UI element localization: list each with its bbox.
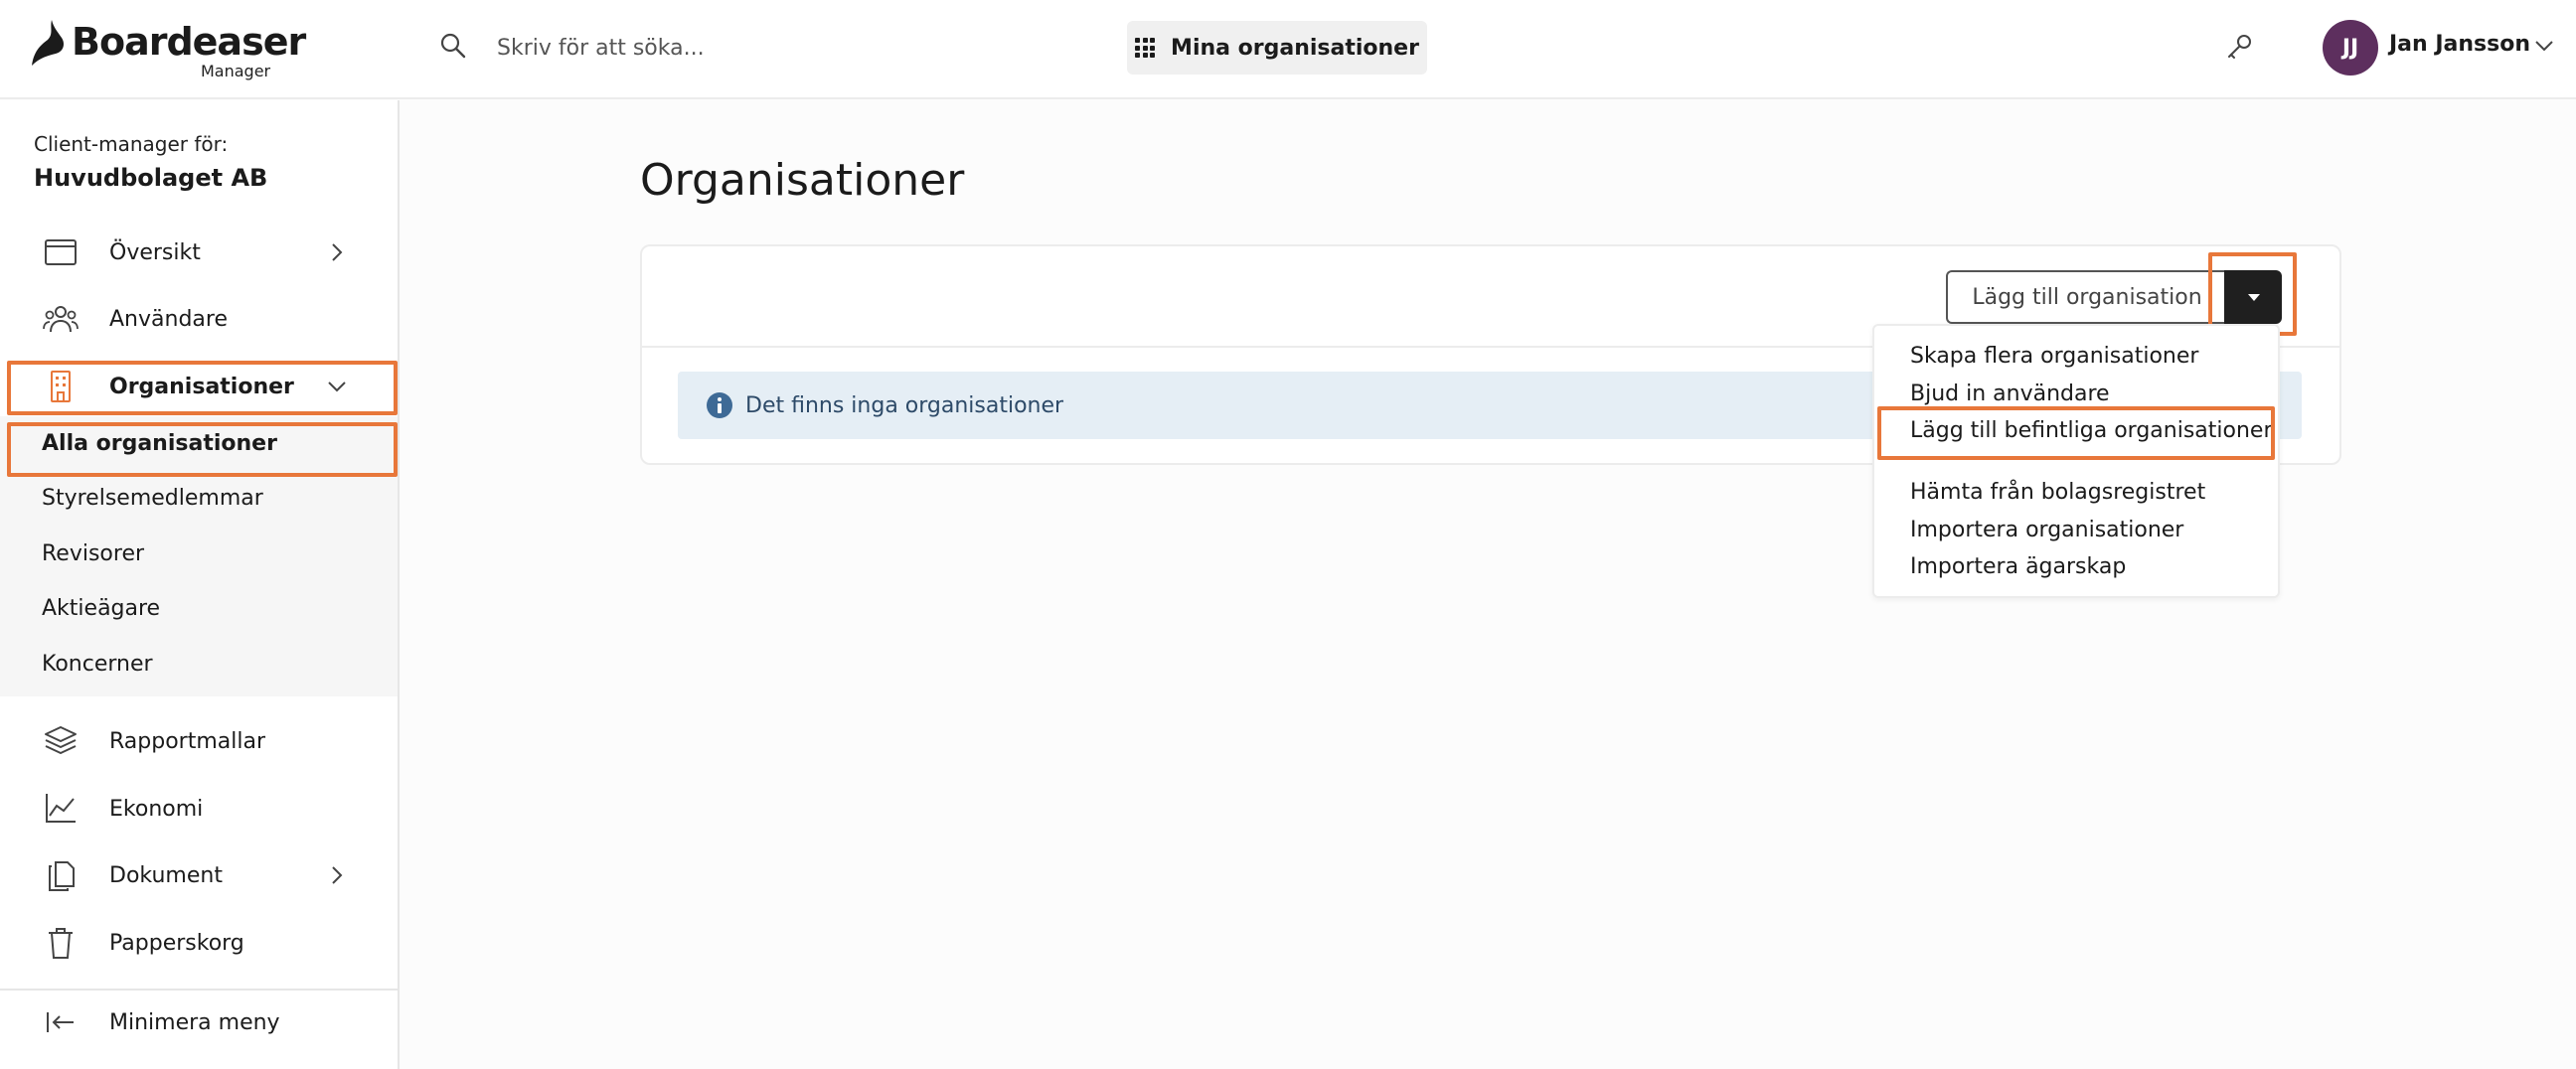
submenu-item-alla-organisationer[interactable]: Alla organisationer: [0, 416, 398, 470]
sidebar-item-ekonomi[interactable]: Ekonomi: [0, 776, 400, 841]
submenu-item-label: Styrelsemedlemmar: [42, 485, 263, 511]
layers-icon: [45, 726, 77, 754]
sidebar-item-anvandare[interactable]: Användare: [0, 286, 400, 352]
browser-window-icon: [45, 239, 77, 265]
add-organisation-dropdown-toggle[interactable]: [2224, 270, 2282, 324]
menu-item-lagg-till-befintliga[interactable]: Lägg till befintliga organisationer: [1910, 418, 2273, 443]
menu-item-importera-agarskap[interactable]: Importera ägarskap: [1910, 554, 2126, 579]
sidebar-item-label: Rapportmallar: [109, 728, 266, 754]
submenu-item-label: Aktieägare: [42, 595, 161, 621]
organisationer-submenu: Alla organisationer Styrelsemedlemmar Re…: [0, 416, 398, 696]
menu-item-skapa-flera[interactable]: Skapa flera organisationer: [1910, 344, 2198, 369]
client-name: Huvudbolaget AB: [34, 164, 268, 192]
minimize-menu-label: Minimera meny: [109, 1009, 280, 1035]
users-icon: [43, 306, 79, 333]
info-icon: [707, 392, 732, 418]
sidebar-item-label: Översikt: [109, 239, 201, 265]
sidebar-item-label: Dokument: [109, 862, 223, 888]
key-icon[interactable]: [2224, 32, 2254, 62]
sidebar-item-label: Användare: [109, 306, 228, 332]
logo-name: Boardeaser: [72, 20, 306, 64]
boardeaser-logo[interactable]: Boardeaser Manager: [30, 16, 306, 80]
chevron-down-icon[interactable]: [2532, 36, 2556, 56]
sidebar: Client-manager för: Huvudbolaget AB Över…: [0, 100, 400, 1069]
sidebar-item-organisationer[interactable]: Organisationer: [0, 354, 400, 419]
chevron-right-icon: [332, 243, 343, 261]
menu-item-bjud-in-anvandare[interactable]: Bjud in användare: [1910, 382, 2110, 406]
sidebar-item-papperskorg[interactable]: Papperskorg: [0, 910, 400, 976]
add-organisation-button[interactable]: Lägg till organisation: [1946, 270, 2226, 324]
menu-item-importera-organisationer[interactable]: Importera organisationer: [1910, 518, 2183, 542]
sidebar-item-label: Papperskorg: [109, 930, 244, 956]
chevron-down-icon: [328, 382, 346, 392]
search-icon: [440, 33, 466, 59]
my-organisations-label: Mina organisationer: [1171, 35, 1419, 61]
caret-down-icon: [2248, 294, 2260, 301]
sidebar-item-dokument[interactable]: Dokument: [0, 842, 400, 908]
building-icon: [51, 371, 71, 402]
empty-state-message: Det finns inga organisationer: [745, 392, 1064, 418]
submenu-item-styrelsemedlemmar[interactable]: Styrelsemedlemmar: [0, 471, 398, 525]
page-title: Organisationer: [640, 155, 965, 206]
client-manager-label: Client-manager för:: [34, 132, 229, 156]
sidebar-item-label: Ekonomi: [109, 796, 204, 822]
my-organisations-button[interactable]: Mina organisationer: [1127, 21, 1427, 75]
user-name[interactable]: Jan Jansson: [2389, 32, 2530, 57]
trash-icon: [49, 928, 73, 959]
add-organisation-dropdown-menu: Skapa flera organisationer Bjud in använ…: [1872, 324, 2280, 598]
submenu-item-label: Revisorer: [42, 540, 145, 566]
sidebar-item-rapportmallar[interactable]: Rapportmallar: [0, 708, 400, 774]
top-header: Boardeaser Manager Mina organisationer J…: [0, 0, 2576, 99]
collapse-left-icon: [47, 1012, 74, 1032]
submenu-item-koncerner[interactable]: Koncerner: [0, 637, 398, 690]
avatar[interactable]: JJ: [2323, 20, 2378, 76]
logo-mark-icon: [32, 20, 64, 66]
logo-subtitle: Manager: [201, 62, 271, 80]
submenu-item-label: Alla organisationer: [42, 430, 277, 456]
chevron-right-icon: [332, 866, 343, 884]
submenu-item-revisorer[interactable]: Revisorer: [0, 527, 398, 580]
sidebar-item-oversikt[interactable]: Översikt: [0, 220, 400, 285]
sidebar-item-label: Organisationer: [109, 374, 294, 399]
grid-icon: [1135, 38, 1156, 58]
menu-item-hamta-bolagsregistret[interactable]: Hämta från bolagsregistret: [1910, 480, 2205, 505]
documents-icon: [49, 861, 75, 891]
minimize-menu-button[interactable]: Minimera meny: [0, 990, 400, 1055]
submenu-item-label: Koncerner: [42, 651, 153, 677]
submenu-item-aktieagare[interactable]: Aktieägare: [0, 581, 398, 635]
line-chart-icon: [46, 794, 76, 823]
search-input[interactable]: [497, 28, 1014, 68]
